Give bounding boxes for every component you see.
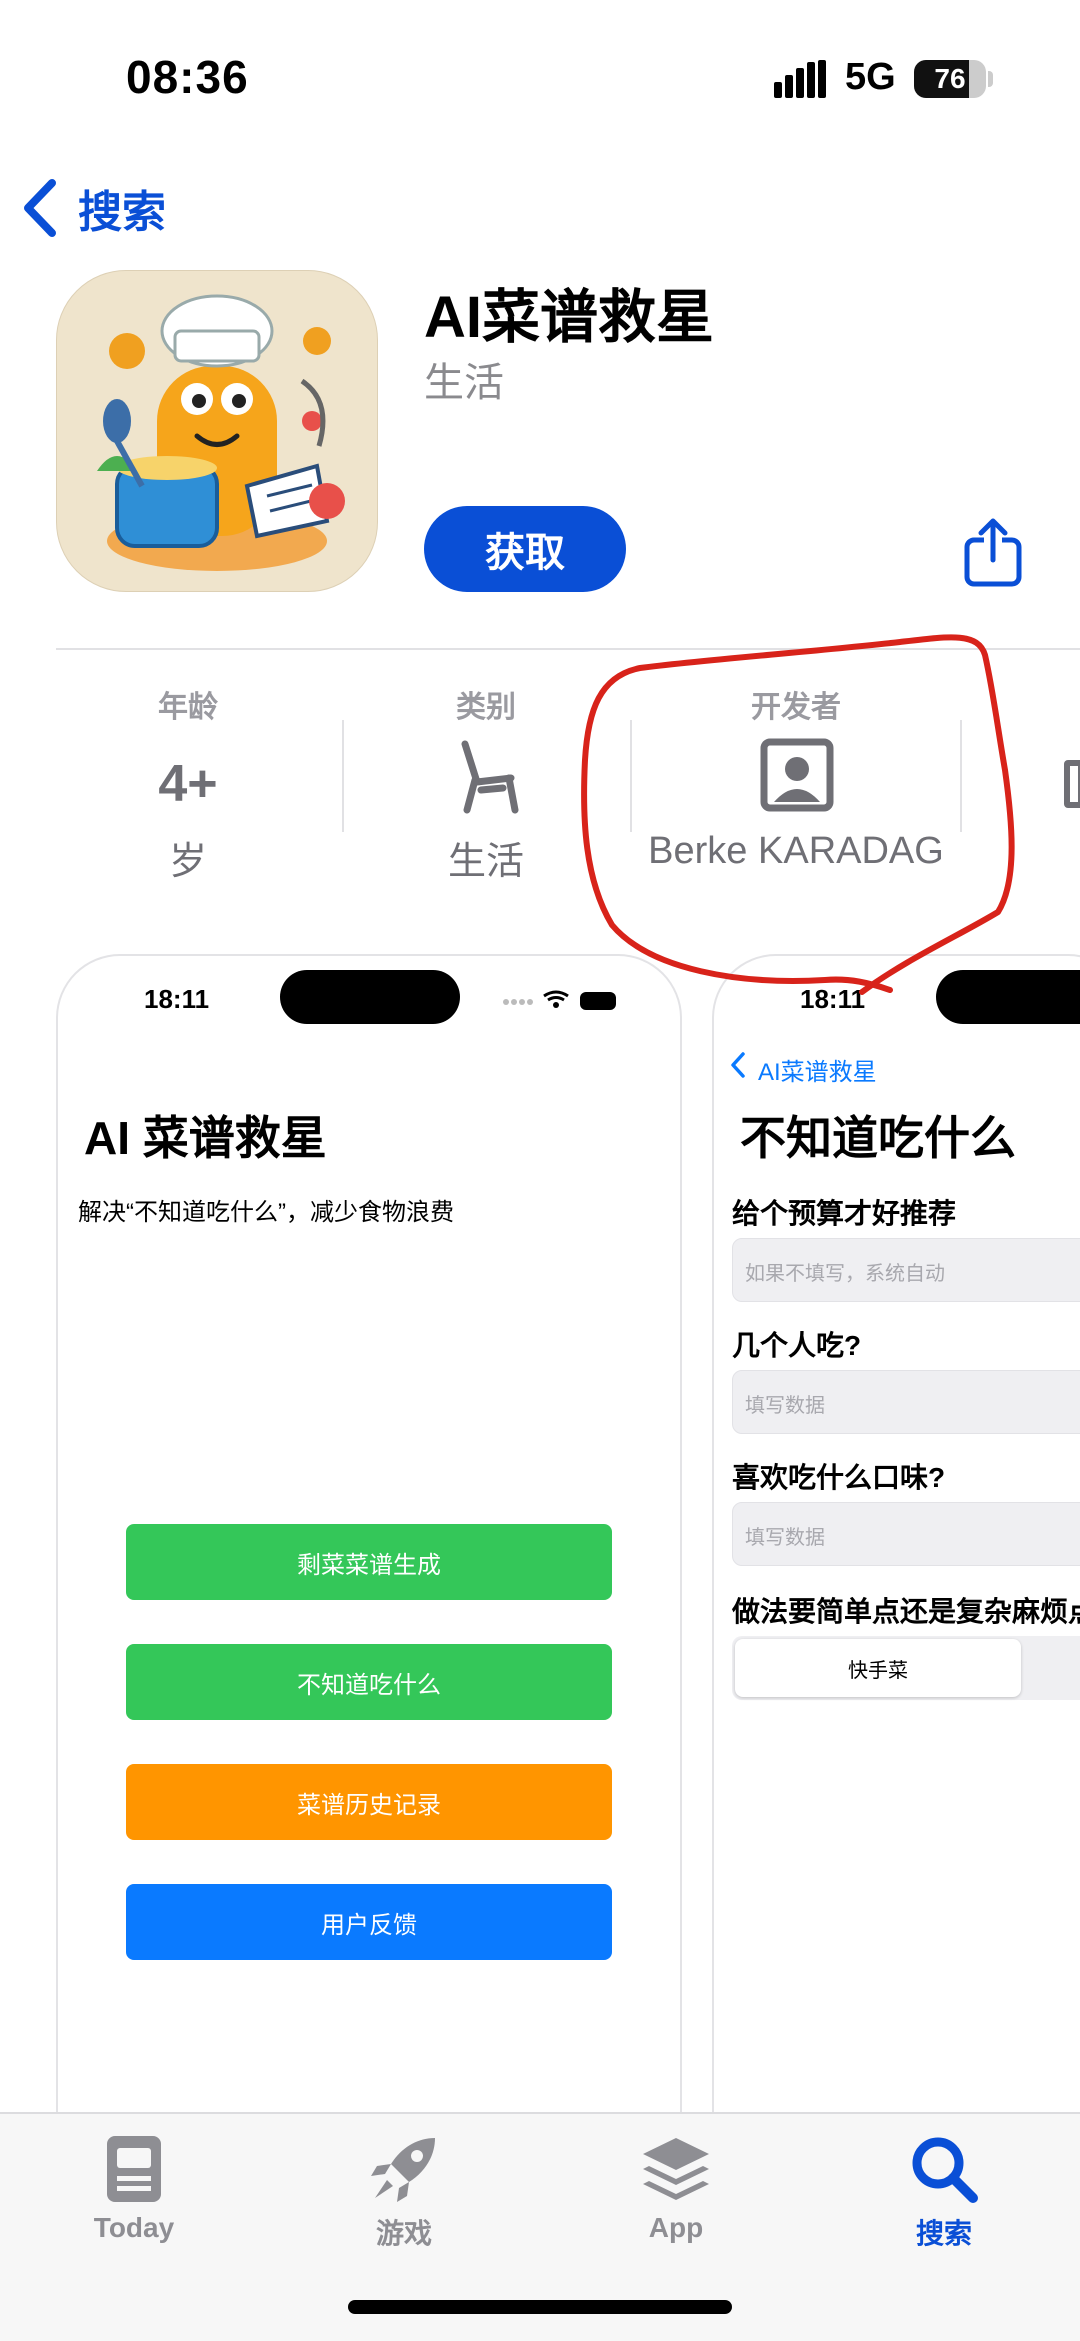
home-indicator (348, 2300, 732, 2314)
divider (56, 648, 1080, 650)
age-value: 4+ (158, 755, 218, 813)
tab-today[interactable]: Today (44, 2132, 224, 2244)
category-value: 生活 (447, 841, 524, 883)
battery-cap (988, 71, 993, 87)
info-separator (342, 720, 344, 832)
status-time: 08:36 (126, 51, 249, 103)
dynamic-island (936, 970, 1080, 1024)
budget-field: 如果不填写，系统自动 (732, 1238, 1080, 1302)
tab-label-today: Today (93, 2212, 175, 2243)
complexity-segment: 快手菜 (732, 1636, 1080, 1700)
shot-subtitle: 解决“不知道吃什么”，减少食物浪费 (78, 1199, 454, 1226)
screenshot-2[interactable]: 18:11 AI菜谱救星 不知道吃什么 给个预算才好推荐 如果不填写，系统自动 … (712, 954, 1080, 2124)
rocket-icon (371, 2138, 435, 2202)
developer-name: Berke KARADAG (648, 830, 944, 872)
layers-icon (643, 2138, 709, 2200)
dynamic-island (280, 970, 460, 1024)
signal-icon (774, 60, 826, 98)
shot-title: AI 菜谱救星 (84, 1112, 327, 1164)
share-icon[interactable] (962, 516, 1024, 588)
tab-apps[interactable]: App (586, 2132, 766, 2244)
shot-back-label: AI菜谱救星 (758, 1059, 877, 1086)
tab-label-apps: App (648, 2212, 704, 2243)
budget-label: 给个预算才好推荐 (732, 1198, 957, 1229)
chef-robot-icon (97, 294, 345, 571)
info-label-category: 类别 (456, 691, 516, 724)
network-type: 5G (845, 56, 896, 98)
shot-time: 18:11 (144, 984, 210, 1014)
chevron-left-icon (731, 1052, 745, 1078)
partial-info-icon (1064, 760, 1080, 808)
shot-title: 不知道吃什么 (740, 1112, 1016, 1164)
battery-icon: 76 (914, 60, 986, 98)
tab-games[interactable]: 游戏 (314, 2132, 494, 2252)
complexity-label: 做法要简单点还是复杂麻烦点 (732, 1596, 1080, 1627)
leftover-recipe-button: 剩菜菜谱生成 (126, 1524, 612, 1600)
app-category[interactable]: 生活 (424, 350, 504, 408)
age-unit: 岁 (168, 841, 207, 883)
tab-label-games: 游戏 (375, 2218, 432, 2249)
person-icon (760, 738, 834, 812)
screenshot-1[interactable]: 18:11 AI 菜谱救星 解决“不知道吃什么”，减少食物浪费 剩菜菜谱生成 不… (56, 954, 682, 2124)
info-label-developer: 开发者 (751, 691, 841, 724)
taste-label: 喜欢吃什么口味? (732, 1462, 946, 1493)
app-name: AI菜谱救星 (424, 285, 715, 350)
taste-field: 填写数据 (732, 1502, 1080, 1566)
category-info[interactable]: 类别 生活 (386, 682, 586, 883)
back-label: 搜索 (78, 188, 166, 237)
battery-percent: 76 (934, 63, 966, 94)
people-field: 填写数据 (732, 1370, 1080, 1434)
info-label-age: 年龄 (158, 691, 218, 724)
chevron-left-icon (24, 179, 56, 237)
segment-quick: 快手菜 (735, 1639, 1021, 1697)
app-icon (56, 270, 378, 592)
age-rating: 年龄 4+ 岁 (88, 682, 288, 883)
status-icons (503, 990, 616, 1010)
today-icon (107, 2136, 161, 2202)
info-separator (960, 720, 962, 832)
what-to-eat-button: 不知道吃什么 (126, 1644, 612, 1720)
info-separator (630, 720, 632, 832)
back-button[interactable]: 搜索 (22, 176, 166, 240)
tab-search[interactable]: 搜索 (854, 2132, 1034, 2252)
search-icon (912, 2137, 978, 2203)
recipe-history-button: 菜谱历史记录 (126, 1764, 612, 1840)
tab-label-search: 搜索 (915, 2218, 972, 2249)
developer-info[interactable]: 开发者 Berke KARADAG (636, 682, 956, 872)
user-feedback-button: 用户反馈 (126, 1884, 612, 1960)
shot-time: 18:11 (800, 984, 866, 1014)
get-button[interactable]: 获取 (424, 506, 626, 592)
people-label: 几个人吃? (732, 1330, 862, 1361)
chair-icon (461, 740, 519, 814)
